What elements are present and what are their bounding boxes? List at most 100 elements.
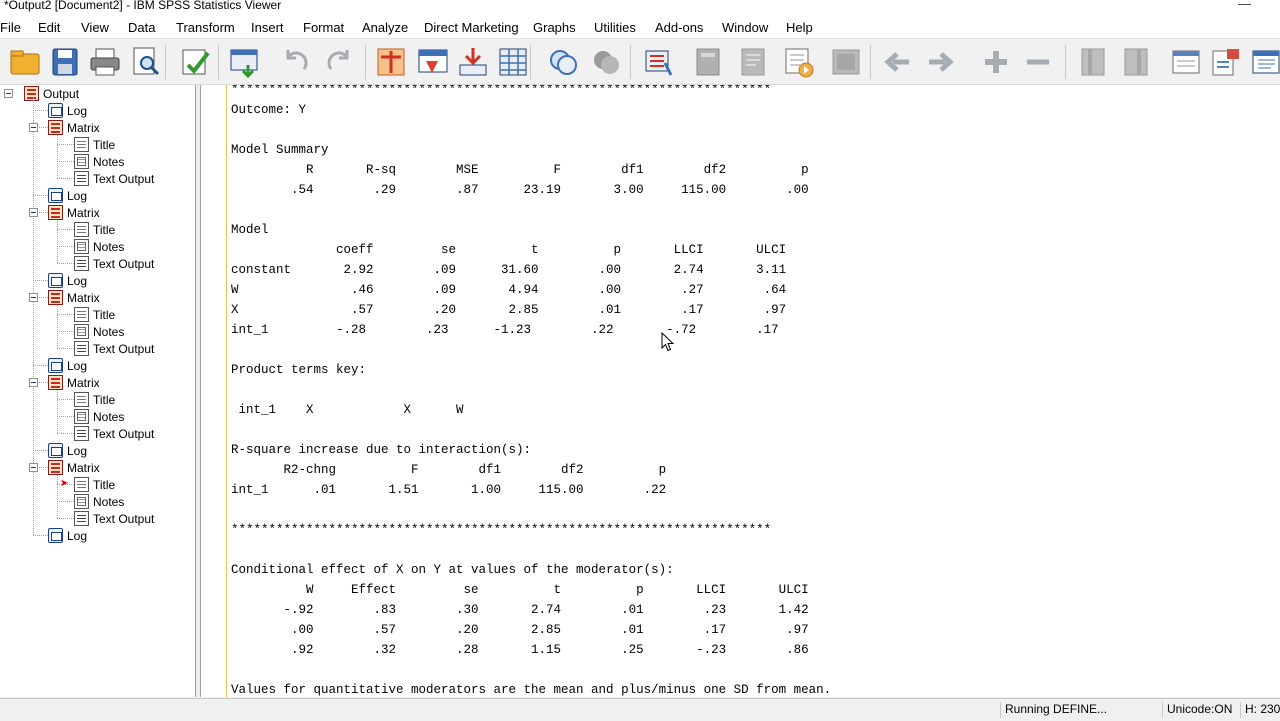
tree-item-log[interactable]: Log: [48, 102, 87, 119]
selection-bar: [226, 85, 227, 697]
tree-item-label: Notes: [93, 409, 125, 424]
height-status: H: 230: [1240, 702, 1280, 718]
print-preview-icon[interactable]: [127, 44, 163, 80]
toolbar-separator: [530, 45, 531, 79]
menu-view[interactable]: View: [81, 20, 109, 35]
menu-utilities[interactable]: Utilities: [594, 20, 636, 35]
collapse-toggle-icon[interactable]: [29, 378, 38, 387]
tree-connector: [57, 390, 58, 433]
menu-direct-marketing[interactable]: Direct Marketing: [424, 20, 519, 35]
notes-icon: [74, 154, 89, 169]
next-icon[interactable]: [1075, 44, 1111, 80]
previous-icon[interactable]: [1020, 44, 1056, 80]
save-icon[interactable]: [47, 44, 83, 80]
tree-connector: [57, 314, 74, 315]
tree-item-log[interactable]: Log: [48, 357, 87, 374]
goto-data-icon[interactable]: [373, 44, 409, 80]
hide-icon[interactable]: [1248, 44, 1280, 80]
tree-item-log[interactable]: Log: [48, 187, 87, 204]
collapse-toggle-icon[interactable]: [29, 293, 38, 302]
tree-item-title[interactable]: Title: [74, 391, 115, 408]
show-icon[interactable]: [1208, 44, 1244, 80]
log-icon: [48, 528, 63, 543]
out-icon: [74, 256, 89, 271]
tree-item-label: Matrix: [67, 205, 100, 220]
export-icon[interactable]: [177, 44, 213, 80]
tree-item-text[interactable]: Text Output: [74, 510, 154, 527]
tree-item-label: Log: [67, 443, 88, 458]
tree-item-label: Title: [93, 137, 116, 152]
use-variable-sets-icon[interactable]: [545, 44, 581, 80]
tree-item-label: Matrix: [67, 120, 100, 135]
menu-graphs[interactable]: Graphs: [533, 20, 576, 35]
expand-icon[interactable]: [1118, 44, 1154, 80]
run-script-icon[interactable]: [922, 44, 958, 80]
tree-connector: [57, 331, 74, 332]
tree-item-text[interactable]: Text Output: [74, 170, 154, 187]
menu-add-ons[interactable]: Add-ons: [655, 20, 703, 35]
split-file-icon[interactable]: [690, 44, 726, 80]
show-all-variables-icon[interactable]: [588, 44, 624, 80]
tree-item-notes[interactable]: Notes: [74, 493, 124, 510]
collapse-toggle-icon[interactable]: [29, 208, 38, 217]
toolbar-separator: [1065, 45, 1066, 79]
tree-item-text[interactable]: Text Output: [74, 425, 154, 442]
value-labels-icon[interactable]: [828, 44, 864, 80]
menu-insert[interactable]: Insert: [251, 20, 284, 35]
menu-edit[interactable]: Edit: [38, 20, 60, 35]
doc-icon: [74, 137, 89, 152]
variables-icon[interactable]: [495, 44, 531, 80]
designate-window-icon[interactable]: [978, 44, 1014, 80]
tree-item-log[interactable]: Log: [48, 527, 87, 544]
open-folder-icon[interactable]: [7, 44, 43, 80]
collapse-toggle-icon[interactable]: [29, 463, 38, 472]
redo-icon[interactable]: [322, 44, 358, 80]
undo-icon[interactable]: [277, 44, 313, 80]
tree-item-label: Notes: [93, 154, 125, 169]
tree-item-matrix[interactable]: Matrix: [48, 459, 100, 476]
tree-item-matrix[interactable]: Matrix: [48, 204, 100, 221]
spelling-icon[interactable]: [640, 44, 676, 80]
print-icon[interactable]: [87, 44, 123, 80]
tree-item-matrix[interactable]: Matrix: [48, 289, 100, 306]
recall-dialog-icon[interactable]: [227, 44, 263, 80]
select-cases-icon[interactable]: [780, 44, 816, 80]
tree-item-text[interactable]: Text Output: [74, 340, 154, 357]
tree-item-notes[interactable]: Notes: [74, 153, 124, 170]
menu-help[interactable]: Help: [786, 20, 813, 35]
tree-item-label: Notes: [93, 324, 125, 339]
menu-window[interactable]: Window: [722, 20, 768, 35]
tree-item-matrix[interactable]: Matrix: [48, 119, 100, 136]
collapse-toggle-icon[interactable]: [29, 123, 38, 132]
tree-item-text[interactable]: Text Output: [74, 255, 154, 272]
collapse-toggle-icon[interactable]: [4, 89, 13, 98]
tree-item-title[interactable]: Title: [74, 221, 115, 238]
tree-item-log[interactable]: Log: [48, 442, 87, 459]
menu-format[interactable]: Format: [303, 20, 344, 35]
collapse-icon[interactable]: [1168, 44, 1204, 80]
tree-item-title[interactable]: Title: [74, 476, 115, 493]
menu-transform[interactable]: Transform: [176, 20, 235, 35]
tree-connector: [57, 433, 74, 434]
output-content-pane[interactable]: ****************************************…: [200, 85, 1280, 697]
weight-cases-icon[interactable]: [735, 44, 771, 80]
goto-case-icon[interactable]: [415, 44, 451, 80]
tree-connector: [57, 399, 74, 400]
tree-item-title[interactable]: Title: [74, 306, 115, 323]
tree-item-matrix[interactable]: Matrix: [48, 374, 100, 391]
tree-item-label: Log: [67, 528, 88, 543]
window-title: *Output2 [Document2] - IBM SPSS Statisti…: [4, 0, 282, 12]
tree-item-notes[interactable]: Notes: [74, 408, 124, 425]
toolbar-separator: [870, 45, 871, 79]
menu-data[interactable]: Data: [128, 20, 155, 35]
minimize-button[interactable]: —: [1238, 0, 1251, 11]
menu-analyze[interactable]: Analyze: [362, 20, 408, 35]
matrix-icon: [48, 375, 63, 390]
tree-item-notes[interactable]: Notes: [74, 238, 124, 255]
tree-item-log[interactable]: Log: [48, 272, 87, 289]
use-sets-icon[interactable]: [880, 44, 916, 80]
goto-variable-icon[interactable]: [455, 44, 491, 80]
menu-file[interactable]: File: [0, 20, 21, 35]
tree-item-notes[interactable]: Notes: [74, 323, 124, 340]
tree-item-title[interactable]: Title: [74, 136, 115, 153]
